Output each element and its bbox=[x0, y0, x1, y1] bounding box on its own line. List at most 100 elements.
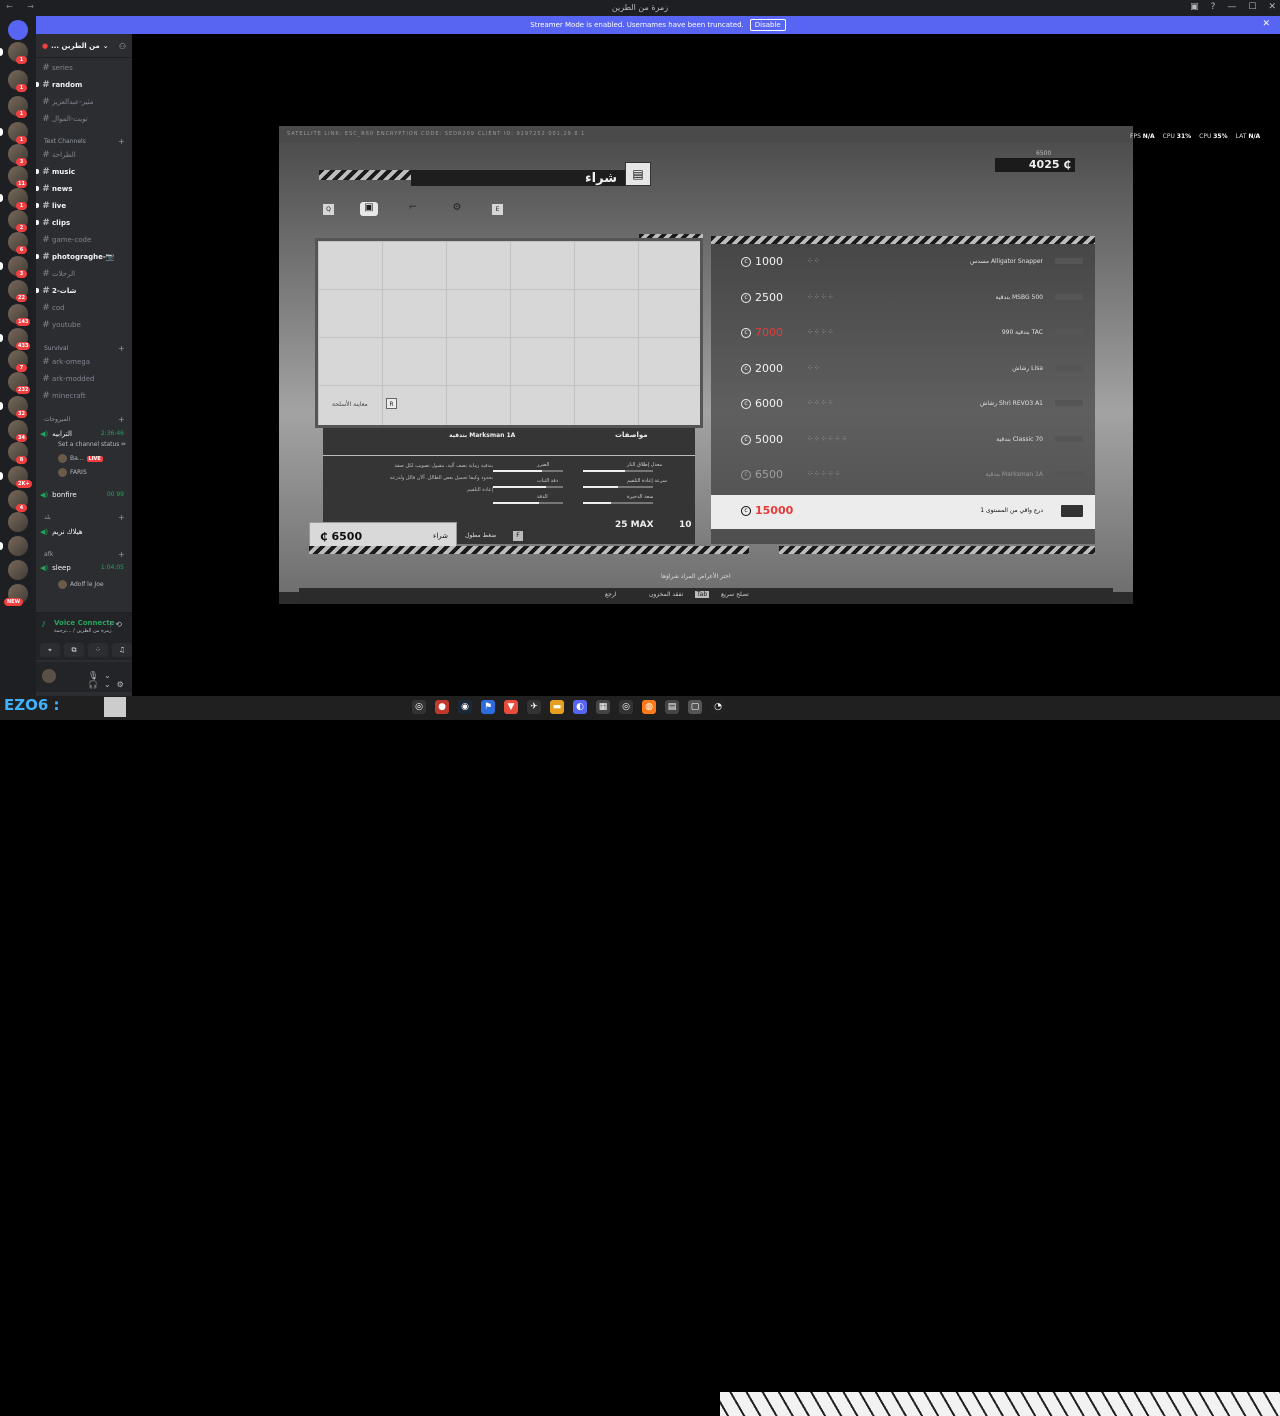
weapon-row[interactable]: c 7000 ⁘⁘⁘⁘ بندقية 990 TAC bbox=[711, 317, 1095, 351]
discord-icon[interactable]: ◐ bbox=[573, 700, 587, 714]
voice-user[interactable]: Adolf le Joe bbox=[58, 580, 104, 589]
weapon-row[interactable]: c 1000 ⁘⁘ مسدس Alligator Snapper bbox=[711, 246, 1095, 280]
new-badge: NEW bbox=[4, 598, 24, 606]
soundboard-button[interactable]: ♫ bbox=[112, 643, 132, 657]
pistol-tab-icon[interactable]: ⌐ bbox=[404, 202, 422, 216]
screenshare-button[interactable]: ⧉ bbox=[64, 643, 84, 657]
channel-item[interactable]: # الطراحة bbox=[40, 148, 128, 162]
folder-icon[interactable]: ▬ bbox=[550, 700, 564, 714]
app-icon[interactable]: ◔ bbox=[711, 700, 725, 714]
channel-name: الطراحة bbox=[52, 151, 76, 159]
tab-key-left[interactable]: Q bbox=[323, 203, 334, 215]
add-channel-icon[interactable]: + bbox=[118, 415, 125, 424]
voice-channel[interactable]: ◀) bonfire 00 99 bbox=[40, 491, 128, 499]
app-icon[interactable]: ◎ bbox=[619, 700, 633, 714]
channel-item[interactable]: # photograghe-📷 bbox=[36, 250, 128, 264]
voice-channel[interactable]: ◀) sleep 1:04:05 bbox=[40, 564, 128, 572]
category-header[interactable]: Text Channels + bbox=[44, 137, 125, 146]
channel-status[interactable]: Set a channel status ✏ bbox=[58, 441, 126, 448]
server-rail: 1 1 1 1 3 11 1 2 6 3 22 143 433 7 232 32 34 8 2K+ 4 bbox=[0, 16, 36, 696]
weapon-row[interactable]: c 15000 درع واقي من المستوى 1 bbox=[711, 494, 1095, 529]
app-icon[interactable]: ● bbox=[435, 700, 449, 714]
channel-item[interactable]: # cod bbox=[40, 301, 128, 315]
category-header[interactable]: Survival + bbox=[44, 344, 125, 353]
stat-label: سرعة إعادة التلقيم bbox=[627, 478, 667, 484]
app-icon[interactable]: ◎ bbox=[412, 700, 426, 714]
channel-item[interactable]: # random bbox=[36, 78, 128, 92]
add-channel-icon[interactable]: + bbox=[118, 137, 125, 146]
weapon-row[interactable]: c 6500 ⁘⁘⁘⁘⁘ بندقية Marksman 1A bbox=[711, 459, 1095, 493]
disable-streamer-mode-button[interactable]: Disable bbox=[749, 19, 786, 31]
channel-item[interactable]: # ark-omega bbox=[40, 355, 128, 369]
app-icon[interactable]: ⚑ bbox=[481, 700, 495, 714]
app-icon[interactable]: ▢ bbox=[688, 700, 702, 714]
voice-user[interactable]: FARIS bbox=[58, 468, 87, 477]
disconnect-icon[interactable]: ⦙⟲ bbox=[110, 620, 127, 630]
avatar[interactable] bbox=[42, 669, 56, 683]
voice-channel[interactable]: ◀) الترابيه 2:36:46 bbox=[40, 430, 128, 438]
back-action[interactable]: ارجع bbox=[605, 591, 616, 598]
channel-item[interactable]: # news bbox=[36, 182, 128, 196]
firefox-icon[interactable]: ◍ bbox=[642, 700, 656, 714]
add-channel-icon[interactable]: + bbox=[118, 344, 125, 353]
minimize-button[interactable]: — bbox=[1227, 2, 1236, 12]
channel-item[interactable]: # مثير-عبدالعزيز bbox=[40, 95, 128, 109]
mention-badge: 2 bbox=[16, 224, 27, 232]
app-icon[interactable]: ▤ bbox=[665, 700, 679, 714]
server-icon[interactable] bbox=[8, 512, 28, 532]
activity-button[interactable]: ⁘ bbox=[88, 643, 108, 657]
category-header[interactable]: الميروحات + bbox=[44, 415, 125, 424]
weapon-row[interactable]: c 2000 ⁘⁘ رشاش Lisa bbox=[711, 353, 1095, 387]
voice-user[interactable]: Ba... LIVE bbox=[58, 454, 103, 463]
guild-header[interactable]: ● ... من الطرين ⌄ ⚇ bbox=[36, 34, 132, 58]
channel-item[interactable]: # music bbox=[36, 165, 128, 179]
inbox-icon[interactable]: ▣ bbox=[1190, 2, 1199, 12]
camera-button[interactable]: ⌖ bbox=[40, 643, 60, 657]
repair-action[interactable]: تصلح سريع bbox=[721, 591, 749, 598]
hold-key[interactable]: F bbox=[513, 531, 523, 541]
weapon-tier-dots: ⁘⁘⁘⁘⁘⁘ bbox=[807, 434, 849, 443]
tab-key-right[interactable]: E bbox=[492, 203, 503, 215]
reload-action[interactable]: تفقد المخزون bbox=[649, 591, 683, 598]
channel-item[interactable]: # تويت-الموال bbox=[40, 112, 128, 126]
add-channel-icon[interactable]: + bbox=[118, 550, 125, 559]
category-header[interactable]: بلد + bbox=[44, 513, 125, 522]
channel-item[interactable]: # live bbox=[36, 199, 128, 213]
steam-icon[interactable]: ◉ bbox=[458, 700, 472, 714]
close-button[interactable]: ✕ bbox=[1268, 2, 1276, 12]
brave-icon[interactable]: ▼ bbox=[504, 700, 518, 714]
equipment-tab-icon[interactable]: ⚙ bbox=[448, 202, 466, 216]
armor-icon bbox=[1061, 504, 1083, 517]
discord-home-icon[interactable] bbox=[8, 20, 28, 40]
voice-channel[interactable]: ◀) هيلاك نريم bbox=[40, 528, 128, 536]
channel-item[interactable]: # الرحلات bbox=[40, 267, 128, 281]
channel-item[interactable]: # clips bbox=[36, 216, 128, 230]
hash-icon: # bbox=[42, 286, 50, 296]
add-channel-icon[interactable]: + bbox=[118, 513, 125, 522]
category-header[interactable]: afk + bbox=[44, 550, 125, 559]
weapon-tier-dots: ⁘⁘⁘⁘⁘ bbox=[807, 470, 842, 478]
maximize-button[interactable]: ☐ bbox=[1248, 2, 1256, 12]
briefcase-tab-icon[interactable]: ▣ bbox=[360, 202, 378, 216]
inspect-key[interactable]: R bbox=[386, 398, 397, 409]
banner-close-icon[interactable]: ✕ bbox=[1262, 19, 1270, 29]
weapon-row[interactable]: c 6000 ⁘⁘⁘⁘ رشاش Shri REVO3 A1 bbox=[711, 388, 1095, 422]
stat-bar bbox=[583, 470, 653, 472]
help-icon[interactable]: ? bbox=[1211, 2, 1216, 12]
channel-item[interactable]: # series bbox=[40, 61, 128, 75]
app-icon[interactable]: ✈ bbox=[527, 700, 541, 714]
channel-item[interactable]: # youtube bbox=[40, 318, 128, 332]
server-icon[interactable] bbox=[8, 536, 28, 556]
channel-item[interactable]: # ark-modded bbox=[40, 372, 128, 386]
channel-item[interactable]: # minecraft bbox=[40, 389, 128, 403]
weapon-row[interactable]: c 5000 ⁘⁘⁘⁘⁘⁘ بندقية Classic 70 bbox=[711, 424, 1095, 458]
add-member-icon[interactable]: ⚇ bbox=[119, 42, 126, 51]
channel-item[interactable]: # game-code bbox=[40, 233, 128, 247]
channel-item[interactable]: # شات-2 bbox=[36, 284, 128, 298]
tab-key[interactable]: Tab bbox=[695, 591, 710, 598]
weapon-price: 15000 bbox=[755, 503, 794, 517]
app-icon[interactable]: ▦ bbox=[596, 700, 610, 714]
server-icon[interactable] bbox=[8, 560, 28, 580]
weapon-row[interactable]: c 2500 ⁘⁘⁘⁘ بندقية MSBG 500 bbox=[711, 282, 1095, 316]
user-controls[interactable]: 🎙⌄🎧⌄⚙ bbox=[88, 671, 132, 689]
